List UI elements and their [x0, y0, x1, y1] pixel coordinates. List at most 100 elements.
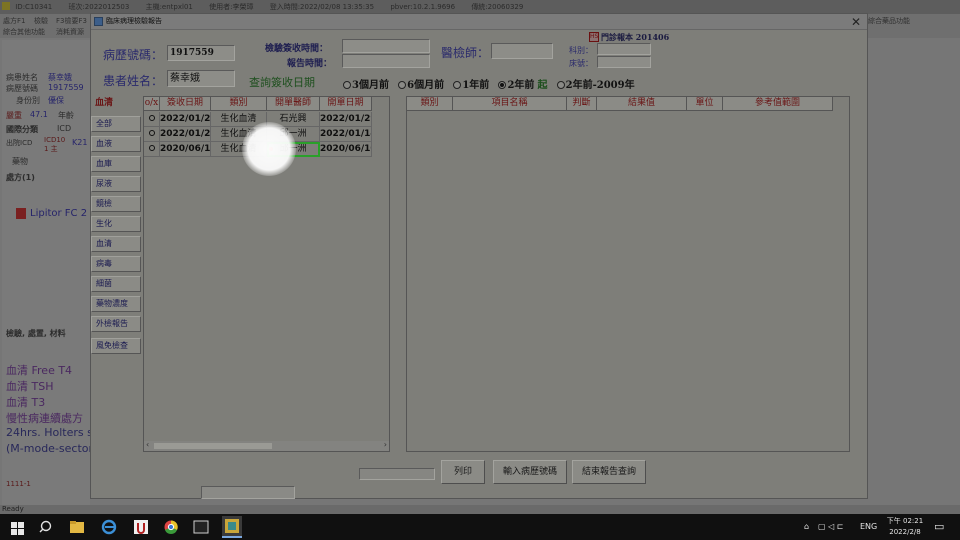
- cell-doctor[interactable]: 邱一洲: [267, 127, 320, 142]
- cell-order-date[interactable]: 2020/06/10: [320, 142, 372, 157]
- examiner-field[interactable]: [491, 43, 553, 59]
- scroll-left-icon[interactable]: ‹: [146, 440, 149, 449]
- row-ox-radio[interactable]: [144, 112, 160, 127]
- language-indicator[interactable]: ENG: [860, 514, 877, 540]
- scroll-thumb[interactable]: [154, 443, 272, 449]
- category-button-5[interactable]: 鏡檢: [91, 196, 141, 212]
- radio-2-years-2009[interactable]: 2年前-2009年: [556, 76, 635, 91]
- category-button-8[interactable]: 病毒: [91, 256, 141, 272]
- cell-order-date[interactable]: 2022/01/29: [320, 112, 372, 127]
- patient-name-label: 患者姓名：: [103, 74, 164, 88]
- radio-6-months[interactable]: 6個月前: [398, 76, 444, 91]
- category-button-4[interactable]: 尿液: [91, 176, 141, 192]
- bg-title-legacy: 傳統:20060329: [471, 3, 524, 11]
- bg-age-label: 年齡: [58, 111, 74, 120]
- selection-dot-icon: [269, 147, 273, 151]
- category-button-10[interactable]: 藥物濃度: [91, 296, 141, 312]
- cell-receive-date[interactable]: 2022/01/27: [160, 127, 211, 142]
- detail-col-reference-header[interactable]: 參考值範圍: [723, 97, 833, 111]
- search-icon[interactable]: [38, 518, 56, 536]
- row-ox-radio[interactable]: [144, 127, 160, 142]
- record-no-field[interactable]: 1917559: [167, 45, 235, 61]
- bg-identity-label: 身份別: [16, 96, 40, 105]
- clock-date: 2022/2/8: [889, 528, 921, 536]
- bg-order-holter: 24hrs. Holters sc: [6, 426, 99, 439]
- radio-2-years[interactable]: 2年前起: [498, 76, 547, 91]
- bg-title-shift: 班次:2022012503: [68, 3, 130, 11]
- category-button-11[interactable]: 外檢報告: [91, 316, 141, 332]
- clock-time: 下午 02:21: [886, 517, 924, 525]
- report-list-hscrollbar[interactable]: ‹ ›: [144, 440, 389, 451]
- col-type-header[interactable]: 類別: [211, 97, 267, 111]
- table-row[interactable]: 2022/01/27生化血清邱一洲2022/01/14: [144, 127, 389, 142]
- row-radio-icon[interactable]: [148, 145, 155, 151]
- row-ox-radio[interactable]: [144, 142, 160, 157]
- cell-type[interactable]: 生化血清: [211, 142, 267, 157]
- windows-start-icon[interactable]: [8, 518, 26, 536]
- radio-1-year-indicator: [453, 81, 462, 89]
- category-button-7[interactable]: 血清: [91, 236, 141, 252]
- report-time-field[interactable]: [342, 54, 430, 68]
- background-left-panel: 病患姓名 蔡幸娥 病歷號碼 1917559 身份別 優保 嚴重 47.1 年齡 …: [2, 40, 99, 510]
- windows-taskbar: ⌂ ▢ ◁ ⊏ ENG 下午 02:21 2022/2/8 ▭: [0, 514, 960, 540]
- cell-receive-date[interactable]: 2022/01/29: [160, 112, 211, 127]
- hospital-app-icon[interactable]: [132, 518, 150, 536]
- radio-6-months-label: 6個月前: [407, 80, 445, 91]
- bg-patient-name-label: 病患姓名: [6, 73, 38, 82]
- category-button-0[interactable]: 血清: [91, 96, 141, 112]
- dept-field[interactable]: [597, 43, 651, 55]
- close-icon[interactable]: ✕: [851, 14, 861, 30]
- table-row[interactable]: 2020/06/11生化血清邱一洲2020/06/10: [144, 142, 389, 157]
- cell-type[interactable]: 生化血清: [211, 127, 267, 142]
- bg-menu-exam: 檢驗: [34, 17, 48, 25]
- cell-type[interactable]: 生化血清: [211, 112, 267, 127]
- bg-menu-resources: 消耗資源: [56, 28, 84, 36]
- radio-3-months[interactable]: 3個月前: [343, 76, 389, 91]
- clock[interactable]: 下午 02:21 2022/2/8: [884, 516, 926, 538]
- scroll-right-icon[interactable]: ›: [384, 440, 387, 449]
- internet-explorer-icon[interactable]: [100, 518, 118, 536]
- category-button-1[interactable]: 全部: [91, 116, 141, 132]
- category-button-2[interactable]: 血液: [91, 136, 141, 152]
- col-ox-header[interactable]: o/x: [144, 97, 160, 111]
- background-titlebar: ID:C10341 班次:2022012503 主機:entpxl01 使用者:…: [0, 0, 960, 14]
- end-query-button[interactable]: 結束報告查詢: [572, 460, 646, 484]
- detail-col-unit-header[interactable]: 單位: [687, 97, 723, 111]
- table-row[interactable]: 2022/01/29生化血清石光興2022/01/29: [144, 112, 389, 127]
- cell-doctor[interactable]: 石光興: [267, 112, 320, 127]
- bg-patient-name: 蔡幸娥: [48, 73, 72, 82]
- bed-field[interactable]: [597, 56, 651, 68]
- active-app-icon[interactable]: [222, 516, 242, 538]
- row-radio-icon[interactable]: [148, 130, 155, 136]
- bg-order-chronic: 慢性病連續處方: [6, 412, 83, 425]
- terminal-icon[interactable]: [192, 518, 210, 536]
- system-tray-icons[interactable]: ▢ ◁ ⊏: [818, 514, 844, 540]
- cell-receive-date[interactable]: 2020/06/11: [160, 142, 211, 157]
- notification-icon[interactable]: ▭: [934, 514, 944, 540]
- enter-record-button[interactable]: 輸入病歷號碼: [493, 460, 567, 484]
- print-button[interactable]: 列印: [441, 460, 485, 484]
- patient-name-field[interactable]: 蔡幸娥: [167, 70, 235, 87]
- category-button-6[interactable]: 生化: [91, 216, 141, 232]
- radio-3-months-indicator: [343, 81, 351, 89]
- detail-col-item-header[interactable]: 項目名稱: [453, 97, 567, 111]
- bed-label: 床號：: [569, 59, 593, 68]
- row-radio-icon[interactable]: [148, 115, 155, 121]
- col-doctor-header[interactable]: 開單醫師: [267, 97, 320, 111]
- chrome-icon[interactable]: [162, 518, 180, 536]
- detail-col-judge-header[interactable]: 判斷: [567, 97, 597, 111]
- cell-doctor[interactable]: 邱一洲: [267, 142, 320, 157]
- col-receive-date-header[interactable]: 簽收日期: [160, 97, 211, 111]
- col-order-date-header[interactable]: 開單日期: [320, 97, 372, 111]
- detail-col-result-header[interactable]: 結果值: [597, 97, 687, 111]
- category-button-9[interactable]: 細菌: [91, 276, 141, 292]
- radio-1-year[interactable]: 1年前: [453, 76, 489, 91]
- detail-col-type-header[interactable]: 類別: [407, 97, 453, 111]
- bg-title-login: 登入時間:2022/02/08 13:35:35: [269, 3, 375, 11]
- file-explorer-icon[interactable]: [68, 518, 86, 536]
- network-icon[interactable]: ⌂: [804, 514, 809, 540]
- cell-order-date[interactable]: 2022/01/14: [320, 127, 372, 142]
- exam-receive-time-field[interactable]: [342, 39, 430, 53]
- category-button-3[interactable]: 血庫: [91, 156, 141, 172]
- category-button-12[interactable]: 風免檢查: [91, 338, 141, 354]
